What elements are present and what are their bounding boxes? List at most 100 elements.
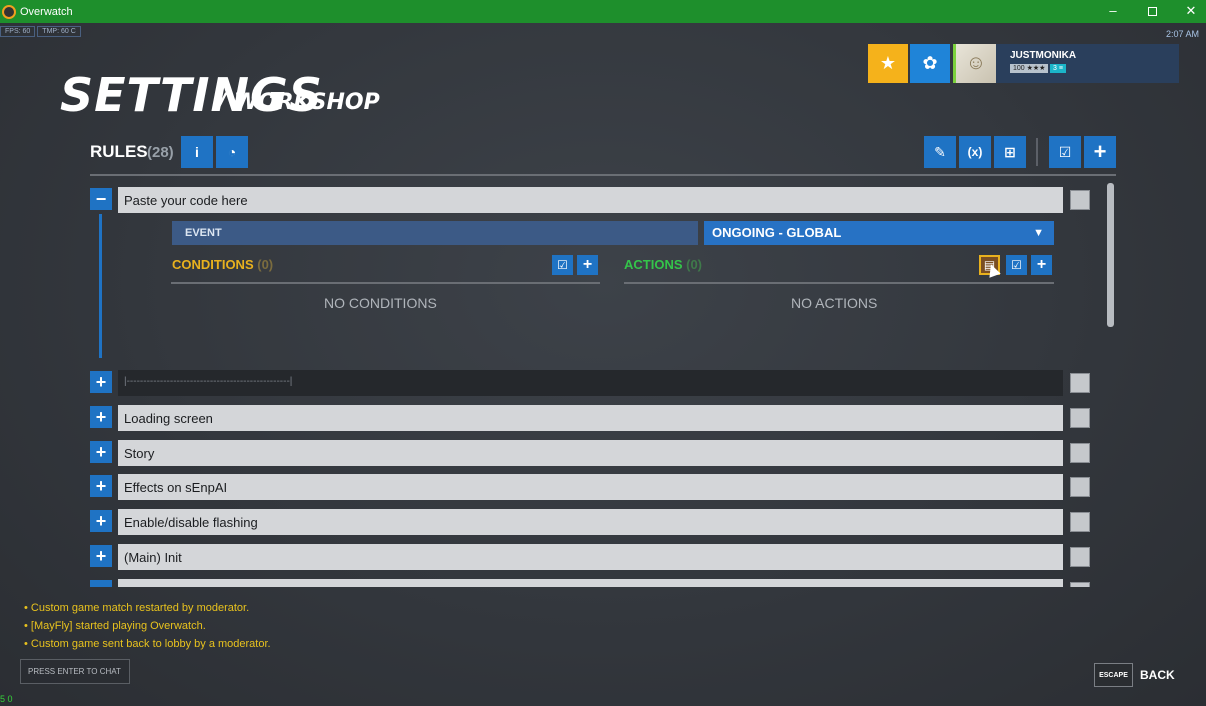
no-actions-text: NO ACTIONS xyxy=(791,295,878,311)
escape-key-button[interactable]: ESCAPE xyxy=(1094,663,1133,687)
conditions-heading: CONDITIONS (0) xyxy=(172,257,273,272)
plus-icon: + xyxy=(1036,256,1047,273)
subroutines-button[interactable]: ⊞ xyxy=(994,136,1026,168)
rule-checkbox[interactable] xyxy=(1070,582,1090,587)
expand-rule-button[interactable]: + xyxy=(90,475,112,497)
edit-icon: ✎ xyxy=(934,143,946,160)
plus-icon: + xyxy=(582,256,593,273)
performance-button[interactable]: ◔ xyxy=(216,136,248,168)
edit-rules-button[interactable]: ✎ xyxy=(924,136,956,168)
chat-input[interactable]: PRESS ENTER TO CHAT xyxy=(20,659,130,684)
add-condition-button[interactable]: + xyxy=(577,255,598,275)
variables-button[interactable]: (x) xyxy=(959,136,991,168)
expand-rule-button[interactable]: + xyxy=(90,510,112,532)
find-group-button[interactable]: ★ xyxy=(868,44,908,83)
checkbox-icon: ☑ xyxy=(1058,143,1072,160)
chat-message: • Custom game sent back to lobby by a mo… xyxy=(24,638,271,650)
rule-row: + Loading screen xyxy=(90,405,1092,431)
no-conditions-text: NO CONDITIONS xyxy=(324,295,437,311)
chat-message: • Custom game match restarted by moderat… xyxy=(24,602,250,614)
social-icon: ✿ xyxy=(922,53,938,73)
clock: 2:07 AM xyxy=(1165,29,1199,39)
expand-rule-button[interactable]: + xyxy=(90,371,112,393)
info-button[interactable]: i xyxy=(181,136,213,168)
avatar: ☺ xyxy=(953,44,996,83)
rule-name-field[interactable]: Story xyxy=(118,440,1063,466)
rules-heading: RULES xyxy=(90,142,148,161)
rule-row: + Enable/disable flashing xyxy=(90,509,1092,535)
chat-message: • [MayFly] started playing Overwatch. xyxy=(24,620,206,632)
window-titlebar: Overwatch – ✕ xyxy=(0,0,1206,23)
actions-label: ACTIONS xyxy=(624,257,683,272)
rule-checkbox[interactable] xyxy=(1070,408,1090,428)
add-action-button[interactable]: + xyxy=(1031,255,1052,275)
rule-name-field[interactable]: |---------------------------------------… xyxy=(118,370,1063,396)
player-profile-card[interactable]: ☺ JUSTMONIKA 100 ★★★ 3 ≡ xyxy=(953,44,1179,83)
expand-rule-button[interactable]: + xyxy=(90,441,112,463)
rule-name-field[interactable]: Enable/disable flashing xyxy=(118,509,1063,535)
temperature-readout: TMP: 60 C xyxy=(37,26,81,37)
rules-count: (28) xyxy=(147,144,174,161)
expand-rule-button[interactable] xyxy=(90,580,112,587)
actions-count: (0) xyxy=(686,257,703,272)
speedometer-icon: ◔ xyxy=(227,144,237,160)
add-rule-button[interactable]: + xyxy=(1084,136,1116,168)
rule-row: + Story xyxy=(90,440,1092,466)
rules-scrollbar[interactable] xyxy=(1107,183,1114,327)
rule-name-field[interactable]: Paste your code here xyxy=(118,187,1063,213)
player-name: JUSTMONIKA xyxy=(1010,50,1077,61)
actions-heading: ACTIONS (0) xyxy=(624,257,702,272)
fps-readout: FPS: 60 xyxy=(0,26,36,37)
rule-row: + Effects on sEnpAI xyxy=(90,474,1092,500)
rule-checkbox[interactable] xyxy=(1070,190,1090,210)
minimize-button[interactable]: – xyxy=(1094,0,1132,23)
expand-rule-button[interactable]: + xyxy=(90,406,112,428)
player-level-badge: 100 ★★★ xyxy=(1010,64,1049,73)
actions-divider xyxy=(624,282,1054,284)
corner-indicator: 5 0 xyxy=(0,694,13,704)
event-dropdown-value: ONGOING - GLOBAL xyxy=(712,225,842,240)
rule-row: + |-------------------------------------… xyxy=(90,370,1092,396)
hierarchy-icon: ⊞ xyxy=(1004,143,1016,160)
select-actions-button[interactable]: ☑ xyxy=(1006,255,1027,275)
chat-log: • Custom game match restarted by moderat… xyxy=(24,599,271,653)
checkbox-icon: ☑ xyxy=(557,258,568,272)
find-group-icon: ★ xyxy=(879,53,897,73)
toolbar-divider xyxy=(1036,138,1038,166)
close-button[interactable]: ✕ xyxy=(1172,0,1206,23)
event-label: EVENT xyxy=(172,221,698,245)
rule-row-expanded: − Paste your code here xyxy=(90,187,1092,213)
collapse-rule-button[interactable]: − xyxy=(90,188,112,210)
social-button[interactable]: ✿ xyxy=(910,44,950,83)
maximize-button[interactable] xyxy=(1133,0,1171,23)
rule-name-field[interactable]: (Main) Init xyxy=(118,544,1063,570)
paste-condition-button[interactable]: ☑ xyxy=(552,255,573,275)
select-all-rules-button[interactable]: ☑ xyxy=(1049,136,1081,168)
rule-name-field[interactable]: Effects on sEnpAI xyxy=(118,474,1063,500)
performance-overlay: FPS: 60 TMP: 60 C xyxy=(0,26,83,37)
conditions-label: CONDITIONS xyxy=(172,257,254,272)
page-subtitle: / WORKSHOP xyxy=(218,90,380,115)
rules-divider xyxy=(90,174,1116,176)
variables-icon: (x) xyxy=(967,145,983,159)
rule-name-field[interactable] xyxy=(118,579,1063,587)
expanded-rule-indicator xyxy=(99,214,102,358)
expand-rule-button[interactable]: + xyxy=(90,545,112,567)
checkbox-icon: ☑ xyxy=(1011,258,1022,272)
event-dropdown[interactable]: ONGOING - GLOBAL ▼ xyxy=(704,221,1054,245)
rule-row: + (Main) Init xyxy=(90,544,1092,570)
back-button[interactable]: BACK xyxy=(1140,668,1175,682)
rule-checkbox[interactable] xyxy=(1070,443,1090,463)
chevron-down-icon: ▼ xyxy=(1033,227,1044,239)
conditions-count: (0) xyxy=(257,257,274,272)
rule-name-field[interactable]: Loading screen xyxy=(118,405,1063,431)
rule-checkbox[interactable] xyxy=(1070,373,1090,393)
rule-row-partial xyxy=(90,579,1092,587)
rule-checkbox[interactable] xyxy=(1070,512,1090,532)
endorsement-badge: 3 ≡ xyxy=(1050,64,1066,73)
window-title: Overwatch xyxy=(20,5,73,18)
rule-checkbox[interactable] xyxy=(1070,547,1090,567)
info-icon: i xyxy=(195,144,199,160)
rule-checkbox[interactable] xyxy=(1070,477,1090,497)
conditions-divider xyxy=(171,282,600,284)
